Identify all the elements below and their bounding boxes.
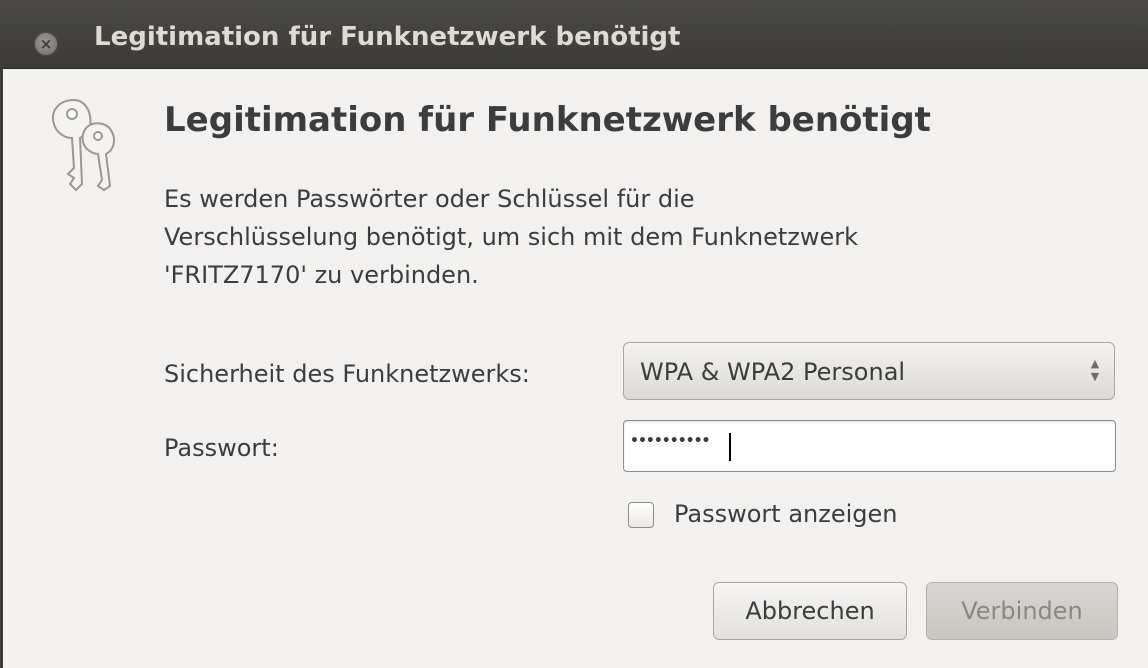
show-password-label[interactable]: Passwort anzeigen	[674, 500, 898, 528]
cancel-button[interactable]: Abbrechen	[713, 582, 907, 640]
dialog-heading: Legitimation für Funknetzwerk benötigt	[164, 100, 931, 140]
window-title: Legitimation für Funknetzwerk benötigt	[94, 22, 681, 52]
window-frame	[0, 68, 3, 668]
connect-button[interactable]: Verbinden	[926, 582, 1118, 640]
security-select-value: WPA & WPA2 Personal	[640, 358, 906, 386]
dialog-message: Es werden Passwörter oder Schlüssel für …	[164, 185, 859, 289]
up-down-arrows-icon: ▲ ▼	[1090, 357, 1100, 383]
text-cursor	[729, 433, 731, 461]
window-titlebar: × Legitimation für Funknetzwerk benötigt	[0, 0, 1148, 69]
password-field[interactable]: ••••••••••	[623, 420, 1116, 472]
close-icon[interactable]: ×	[34, 32, 58, 56]
keys-icon	[52, 98, 115, 192]
password-label: Passwort:	[164, 434, 279, 462]
show-password-checkbox[interactable]	[628, 502, 654, 528]
password-value: ••••••••••	[630, 433, 710, 449]
security-label: Sicherheit des Funknetzwerks:	[164, 360, 530, 388]
security-select[interactable]: WPA & WPA2 Personal ▲ ▼	[623, 342, 1115, 400]
